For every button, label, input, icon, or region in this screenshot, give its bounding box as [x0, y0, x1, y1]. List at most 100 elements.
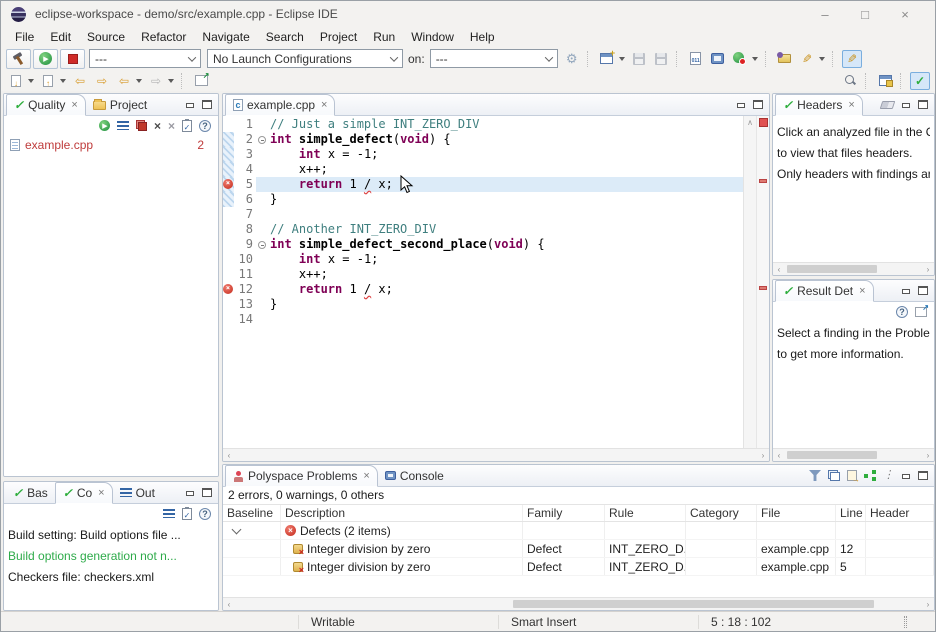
maximize-view-button[interactable] [202, 488, 212, 497]
scroll-right-icon[interactable]: › [922, 263, 934, 276]
chevron-down-icon[interactable] [232, 524, 242, 534]
maximize-view-button[interactable] [918, 286, 928, 295]
launch-settings-button[interactable]: ⚙ [562, 50, 582, 68]
generate-build-options-button[interactable] [686, 50, 706, 68]
help-icon[interactable] [199, 120, 211, 132]
error-marker[interactable] [759, 286, 767, 290]
code-line-8[interactable]: 8// Another INT_ZERO_DIV [223, 222, 743, 237]
build-button[interactable] [6, 49, 31, 69]
scroll-left-icon[interactable]: ‹ [773, 263, 785, 276]
collapse-icon[interactable] [258, 136, 266, 144]
previous-annotation-button[interactable] [38, 72, 58, 90]
clear-icon[interactable] [880, 101, 896, 109]
menu-help[interactable]: Help [462, 28, 503, 46]
problems-item-row[interactable]: Integer division by zeroDefectINT_ZERO_D… [223, 540, 934, 558]
scrollbar-thumb[interactable] [787, 265, 877, 273]
annotate-button[interactable]: ✎ [797, 50, 817, 68]
tab-console-view[interactable]: Console [378, 465, 451, 486]
tab-quality[interactable]: Quality × [6, 94, 86, 116]
next-annotation-dropdown[interactable] [28, 79, 34, 83]
menu-run[interactable]: Run [365, 28, 403, 46]
collapse-icon[interactable] [258, 241, 266, 249]
close-tab-icon[interactable]: × [363, 470, 369, 482]
show-list-icon[interactable] [117, 121, 129, 130]
previous-annotation-dropdown[interactable] [60, 79, 66, 83]
tab-polyspace-problems[interactable]: Polyspace Problems × [225, 465, 378, 487]
close-button[interactable]: × [885, 7, 925, 22]
menu-refactor[interactable]: Refactor [133, 28, 194, 46]
result-horizontal-scrollbar[interactable]: ‹ › [773, 448, 934, 461]
quality-file-row[interactable]: example.cpp2 [4, 135, 218, 152]
run-external-dropdown[interactable] [752, 57, 758, 61]
close-tab-icon[interactable]: × [321, 99, 327, 111]
menu-window[interactable]: Window [403, 28, 462, 46]
scrollbar-thumb[interactable] [513, 600, 874, 608]
new-wizard-button[interactable] [597, 50, 617, 68]
view-menu-icon[interactable]: ⋮ [883, 470, 894, 481]
headers-horizontal-scrollbar[interactable]: ‹ › [773, 262, 934, 275]
editor-vertical-scrollbar[interactable]: ∧ [743, 116, 756, 448]
save-button[interactable] [629, 50, 649, 68]
menu-search[interactable]: Search [258, 28, 312, 46]
new-wizard-dropdown[interactable] [619, 57, 625, 61]
problems-item-row[interactable]: Integer division by zeroDefectINT_ZERO_D… [223, 558, 934, 576]
tab-headers[interactable]: Headers × [775, 94, 863, 116]
open-perspective-button[interactable] [875, 72, 895, 90]
minimize-view-button[interactable] [901, 471, 911, 480]
minimize-view-button[interactable] [901, 100, 911, 109]
column-header-baseline[interactable]: Baseline [223, 505, 281, 521]
pin-view-icon[interactable] [915, 307, 927, 317]
scroll-left-icon[interactable]: ‹ [223, 449, 235, 462]
tab-result-details[interactable]: Result Det × [775, 280, 874, 302]
filter-icon[interactable] [809, 470, 821, 481]
minimize-view-button[interactable] [185, 100, 195, 109]
error-badge-icon[interactable] [223, 284, 233, 294]
forward-dropdown[interactable] [168, 79, 174, 83]
tab-outline[interactable]: Out [113, 482, 162, 503]
polyspace-perspective-button[interactable]: ✓ [910, 72, 930, 90]
column-header-family[interactable]: Family [523, 505, 605, 521]
scroll-right-icon[interactable]: › [922, 449, 934, 462]
error-marker[interactable] [759, 179, 767, 183]
code-area[interactable]: 1// Just a simple INT_ZERO_DIV2int simpl… [223, 116, 743, 448]
minimize-view-button[interactable] [185, 488, 195, 497]
target-combo[interactable]: --- [430, 49, 558, 68]
open-console-button[interactable] [708, 50, 728, 68]
next-annotation-button[interactable] [6, 72, 26, 90]
stop-analysis-button[interactable] [60, 49, 85, 69]
close-tab-icon[interactable]: × [98, 487, 104, 499]
close-tab-icon[interactable]: × [848, 99, 854, 111]
next-edit-location-button[interactable]: ⇨ [92, 72, 112, 90]
back-dropdown[interactable] [136, 79, 142, 83]
last-edit-location-button[interactable]: ⇦ [70, 72, 90, 90]
profile-combo[interactable]: --- [89, 49, 201, 68]
remove-results-icon[interactable] [136, 120, 147, 131]
copy-view-icon[interactable] [828, 470, 840, 481]
scroll-lock-icon[interactable] [163, 509, 175, 518]
code-line-6[interactable]: 6} [223, 192, 743, 207]
maximize-view-button[interactable] [918, 471, 928, 480]
delete-icon[interactable]: × [154, 120, 161, 132]
column-header-category[interactable]: Category [686, 505, 757, 521]
help-icon[interactable] [896, 306, 908, 318]
tab-console[interactable]: Co × [55, 482, 113, 504]
tab-baseline[interactable]: Bas [6, 482, 55, 503]
scroll-left-icon[interactable]: ‹ [773, 449, 785, 462]
report-icon[interactable] [182, 508, 192, 520]
close-tab-icon[interactable]: × [859, 285, 865, 297]
tab-project[interactable]: Project [86, 94, 154, 115]
tab-example-cpp[interactable]: example.cpp × [225, 94, 335, 116]
annotate-dropdown[interactable] [819, 57, 825, 61]
group-by-icon[interactable] [864, 470, 876, 481]
scrollbar-thumb[interactable] [787, 451, 877, 459]
code-line-10[interactable]: 10 int x = -1; [223, 252, 743, 267]
code-line-9[interactable]: 9int simple_defect_second_place(void) { [223, 237, 743, 252]
menu-navigate[interactable]: Navigate [194, 28, 257, 46]
run-analysis-button[interactable] [33, 49, 58, 69]
menu-edit[interactable]: Edit [42, 28, 79, 46]
menu-source[interactable]: Source [79, 28, 133, 46]
delete-all-icon[interactable]: × [168, 120, 175, 132]
problems-horizontal-scrollbar[interactable]: ‹ › [223, 597, 934, 610]
search-button[interactable] [840, 72, 860, 90]
maximize-view-button[interactable] [753, 100, 763, 109]
